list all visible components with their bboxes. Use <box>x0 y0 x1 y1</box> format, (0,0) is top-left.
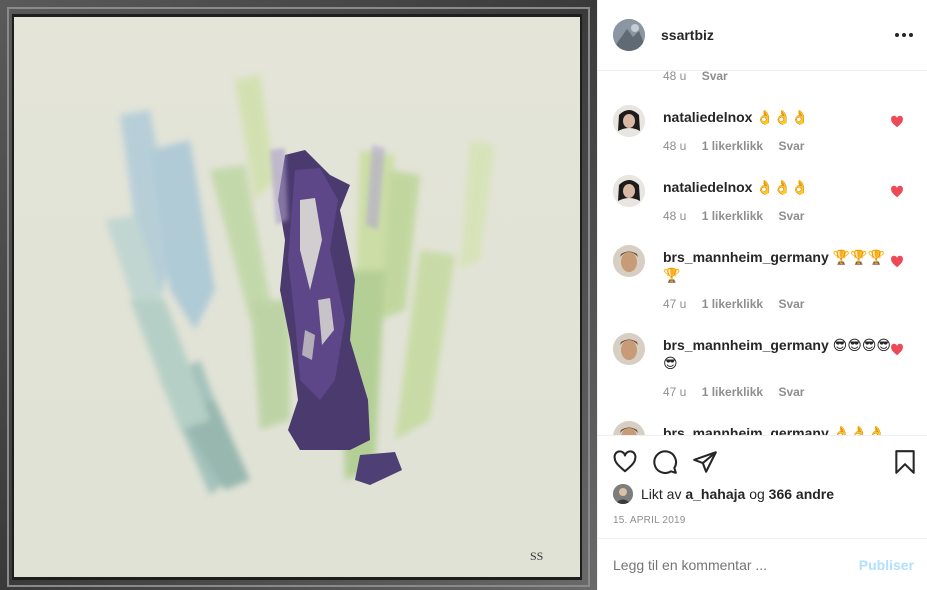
reply-button[interactable]: Svar <box>778 297 804 311</box>
comment-icon[interactable] <box>652 449 678 475</box>
comment-likes[interactable]: 1 likerklikk <box>702 139 763 153</box>
liked-by-others[interactable]: 366 andre <box>769 486 834 502</box>
author-avatar[interactable] <box>613 19 645 51</box>
painting-artwork: SS <box>0 0 597 590</box>
commenter-avatar[interactable] <box>613 105 645 137</box>
liked-by: Likt av a_hahaja og 366 andre <box>613 484 834 504</box>
reply-button[interactable]: Svar <box>778 385 804 399</box>
post-image[interactable]: SS <box>0 0 597 590</box>
comment-text: 👌👌👌 <box>832 425 885 435</box>
comment-meta: 47 u 1 likerklikk Svar <box>663 385 816 399</box>
liked-by-joiner: og <box>749 486 765 502</box>
author-username[interactable]: ssartbiz <box>661 27 714 43</box>
liked-heart-icon[interactable] <box>890 185 904 199</box>
add-comment-bar: Publiser <box>598 538 927 590</box>
share-icon[interactable] <box>692 449 718 475</box>
comment-likes[interactable]: 1 likerklikk <box>702 297 763 311</box>
more-options-icon[interactable] <box>892 23 916 47</box>
commenter-username[interactable]: nataliedelnox <box>663 109 752 125</box>
comment-meta: 48 u 1 likerklikk Svar <box>663 209 816 223</box>
comments-list[interactable]: 48 u Svar nataliedelnox 👌👌👌 48 u 1 liker… <box>598 71 927 435</box>
liked-heart-icon[interactable] <box>890 115 904 129</box>
liked-by-prefix: Likt av <box>641 486 682 502</box>
comment-time: 48 u <box>663 71 687 83</box>
liked-by-user[interactable]: a_hahaja <box>685 486 745 502</box>
comment-time: 47 u <box>663 297 687 311</box>
liked-heart-icon[interactable] <box>890 343 904 357</box>
bookmark-icon[interactable] <box>892 449 918 475</box>
commenter-username[interactable]: nataliedelnox <box>663 179 752 195</box>
commenter-username[interactable]: brs_mannheim_germany <box>663 337 829 353</box>
comment-time: 48 u <box>663 139 687 153</box>
commenter-username[interactable]: brs_mannheim_germany <box>663 425 829 435</box>
liked-heart-icon[interactable] <box>890 255 904 269</box>
comment-likes[interactable]: 1 likerklikk <box>702 385 763 399</box>
commenter-avatar[interactable] <box>613 333 645 365</box>
comment-time: 47 u <box>663 385 687 399</box>
comment-text: 👌👌👌 <box>756 109 809 125</box>
comment-meta: 48 u 1 likerklikk Svar <box>663 139 816 153</box>
comment-text: 👌👌👌 <box>756 179 809 195</box>
reply-button[interactable]: Svar <box>778 209 804 223</box>
comment-time: 48 u <box>663 209 687 223</box>
commenter-username[interactable]: brs_mannheim_germany <box>663 249 829 265</box>
comment-meta: 48 u Svar <box>663 71 740 83</box>
post-actions: Likt av a_hahaja og 366 andre 15. APRIL … <box>598 435 927 538</box>
reply-button[interactable]: Svar <box>702 71 728 83</box>
heart-icon[interactable] <box>612 449 638 475</box>
publish-button[interactable]: Publiser <box>859 557 914 573</box>
post-side-panel: ssartbiz 48 u Svar nataliedelnox 👌👌👌 48 … <box>597 0 927 590</box>
commenter-avatar[interactable] <box>613 245 645 277</box>
post-date[interactable]: 15. APRIL 2019 <box>613 515 685 526</box>
commenter-avatar[interactable] <box>613 421 645 435</box>
painting-signature: SS <box>530 549 543 563</box>
comment-likes[interactable]: 1 likerklikk <box>702 209 763 223</box>
comment-input[interactable] <box>613 557 843 573</box>
comment-meta: 47 u 1 likerklikk Svar <box>663 297 816 311</box>
liker-avatar[interactable] <box>613 484 633 504</box>
commenter-avatar[interactable] <box>613 175 645 207</box>
post-header: ssartbiz <box>598 0 927 71</box>
reply-button[interactable]: Svar <box>778 139 804 153</box>
